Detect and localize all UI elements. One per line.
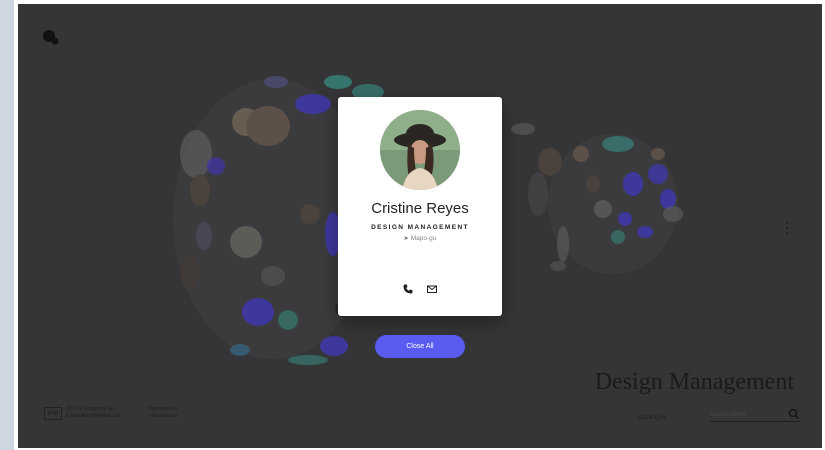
profile-location-text: Mapo-gu <box>410 235 437 242</box>
developed-by-label: Developed by <box>148 406 179 412</box>
close-all-button[interactable]: Close All <box>375 335 465 358</box>
phone-icon[interactable] <box>402 282 414 294</box>
circle-type-dropdown[interactable]: Circle type ⌄ <box>638 414 677 421</box>
screenshot-frame: Cristine Reyes DESIGN MANAGEMENT ➤ Mapo-g… <box>0 0 825 450</box>
page-headline: Design Management <box>594 369 794 395</box>
profile-name: Cristine Reyes <box>371 200 469 217</box>
circle-type-label: Circle type <box>638 415 667 421</box>
profile-card: Cristine Reyes DESIGN MANAGEMENT ➤ Mapo-g… <box>338 97 502 316</box>
developer-link[interactable]: www.bom.kid <box>148 413 179 420</box>
mail-icon[interactable] <box>426 282 438 294</box>
footer-developer: Developed by www.bom.kid <box>148 406 179 420</box>
avatar <box>380 110 460 190</box>
footer-logo: IPMI <box>44 407 62 420</box>
copyright-line: 2022 © Design by Tan <box>66 406 116 412</box>
email-line[interactable]: E.seoulminji@gmail.com <box>66 413 121 420</box>
avatar-photo <box>380 110 460 190</box>
profile-role: DESIGN MANAGEMENT <box>371 224 469 231</box>
browser-sidebar-strip <box>0 0 14 450</box>
profile-location: ➤ Mapo-gu <box>338 235 502 242</box>
chevron-down-icon: ⌄ <box>672 415 678 421</box>
footer-copyright: 2022 © Design by Tan E.seoulminji@gmail.… <box>66 406 121 420</box>
contact-actions <box>338 279 502 294</box>
location-arrow-icon: ➤ <box>403 236 409 242</box>
more-options-icon[interactable] <box>785 220 789 236</box>
search-input[interactable] <box>710 410 780 420</box>
app-canvas: Cristine Reyes DESIGN MANAGEMENT ➤ Mapo-g… <box>18 4 822 448</box>
search-icon[interactable] <box>788 408 800 420</box>
search-box <box>710 408 800 422</box>
logo-icon[interactable] <box>42 28 60 46</box>
